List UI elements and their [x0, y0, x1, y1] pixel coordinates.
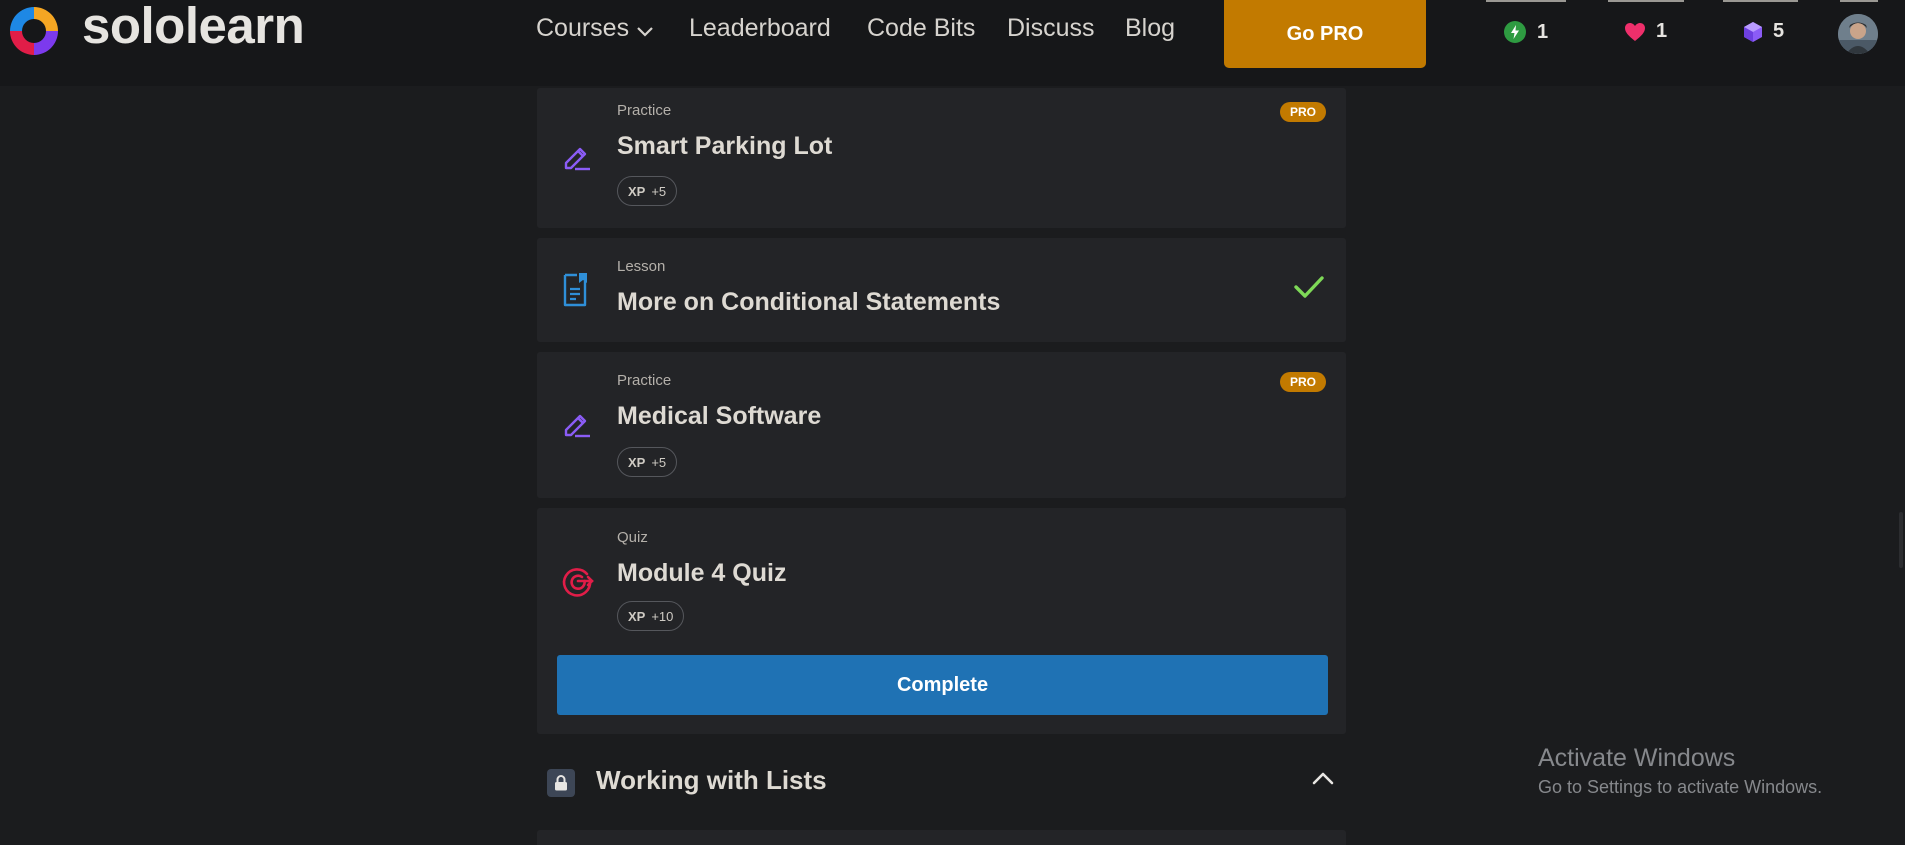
- nav-courses[interactable]: Courses: [536, 14, 653, 44]
- lesson-card-smart-parking-lot[interactable]: Practice Smart Parking Lot XP +5 PRO: [537, 88, 1346, 228]
- lock-icon: [547, 769, 575, 797]
- nav-blog[interactable]: Blog: [1125, 14, 1175, 43]
- xp-value: +5: [651, 454, 667, 470]
- streak-underline: [1486, 0, 1566, 2]
- lesson-document-icon: [561, 272, 591, 313]
- xp-value: +5: [651, 183, 667, 199]
- chevron-up-icon[interactable]: [1312, 771, 1334, 790]
- card-type-label: Quiz: [617, 529, 648, 546]
- pencil-icon: [561, 141, 593, 176]
- card-type-label: Practice: [617, 372, 672, 389]
- xp-pill: XP +5: [617, 176, 678, 206]
- card-title: More on Conditional Statements: [617, 288, 1001, 316]
- nav-discuss[interactable]: Discuss: [1007, 14, 1095, 43]
- watermark-subtitle: Go to Settings to activate Windows.: [1538, 777, 1823, 797]
- check-icon: [1294, 275, 1324, 304]
- streak-count: 1: [1537, 20, 1549, 43]
- chevron-down-icon: [637, 15, 653, 44]
- brand-name[interactable]: sololearn: [82, 0, 305, 55]
- sololearn-logo-icon[interactable]: [4, 1, 64, 63]
- xp-value: +10: [651, 608, 674, 624]
- next-card-edge: [537, 830, 1346, 845]
- card-type-label: Practice: [617, 102, 672, 119]
- complete-button[interactable]: Complete: [557, 655, 1328, 715]
- xp-pill: XP +5: [617, 447, 678, 477]
- lesson-card-medical-software[interactable]: Practice Medical Software XP +5 PRO: [537, 352, 1346, 498]
- top-navigation-bar: sololearn Courses Leaderboard Code Bits …: [0, 0, 1905, 86]
- avatar-underline: [1840, 0, 1878, 2]
- card-type-label: Lesson: [617, 258, 666, 275]
- section-title[interactable]: Working with Lists: [596, 765, 827, 796]
- bits-count: 5: [1773, 20, 1785, 42]
- hearts-counter[interactable]: 1: [1624, 20, 1667, 43]
- pro-badge: PRO: [1280, 372, 1326, 392]
- profile-picture: [1838, 14, 1878, 54]
- nav-leaderboard[interactable]: Leaderboard: [689, 14, 831, 43]
- bits-counter[interactable]: 5: [1743, 20, 1784, 43]
- xp-label: XP: [628, 454, 646, 470]
- heart-icon: [1625, 22, 1645, 41]
- scrollbar-thumb[interactable]: [1899, 512, 1903, 568]
- pencil-icon: [561, 408, 593, 443]
- avatar[interactable]: [1838, 14, 1878, 54]
- card-title: Medical Software: [617, 402, 822, 430]
- lesson-card-more-on-conditional-statements[interactable]: Lesson More on Conditional Statements: [537, 238, 1346, 342]
- nav-code-bits[interactable]: Code Bits: [867, 14, 975, 43]
- lightning-icon: [1504, 21, 1526, 43]
- bits-underline: [1723, 0, 1798, 2]
- bits-cube-icon: [1744, 21, 1762, 42]
- streak-counter[interactable]: 1: [1503, 20, 1548, 44]
- xp-pill: XP +10: [617, 601, 685, 631]
- card-title: Smart Parking Lot: [617, 132, 833, 160]
- card-title: Module 4 Quiz: [617, 559, 787, 587]
- target-icon: [561, 564, 595, 603]
- watermark-title: Activate Windows: [1538, 744, 1736, 772]
- hearts-count: 1: [1656, 20, 1668, 42]
- xp-label: XP: [628, 608, 646, 624]
- go-pro-button[interactable]: Go PRO: [1224, 0, 1426, 68]
- nav-courses-label: Courses: [536, 14, 630, 42]
- xp-label: XP: [628, 183, 646, 199]
- hearts-underline: [1608, 0, 1684, 2]
- pro-badge: PRO: [1280, 102, 1326, 122]
